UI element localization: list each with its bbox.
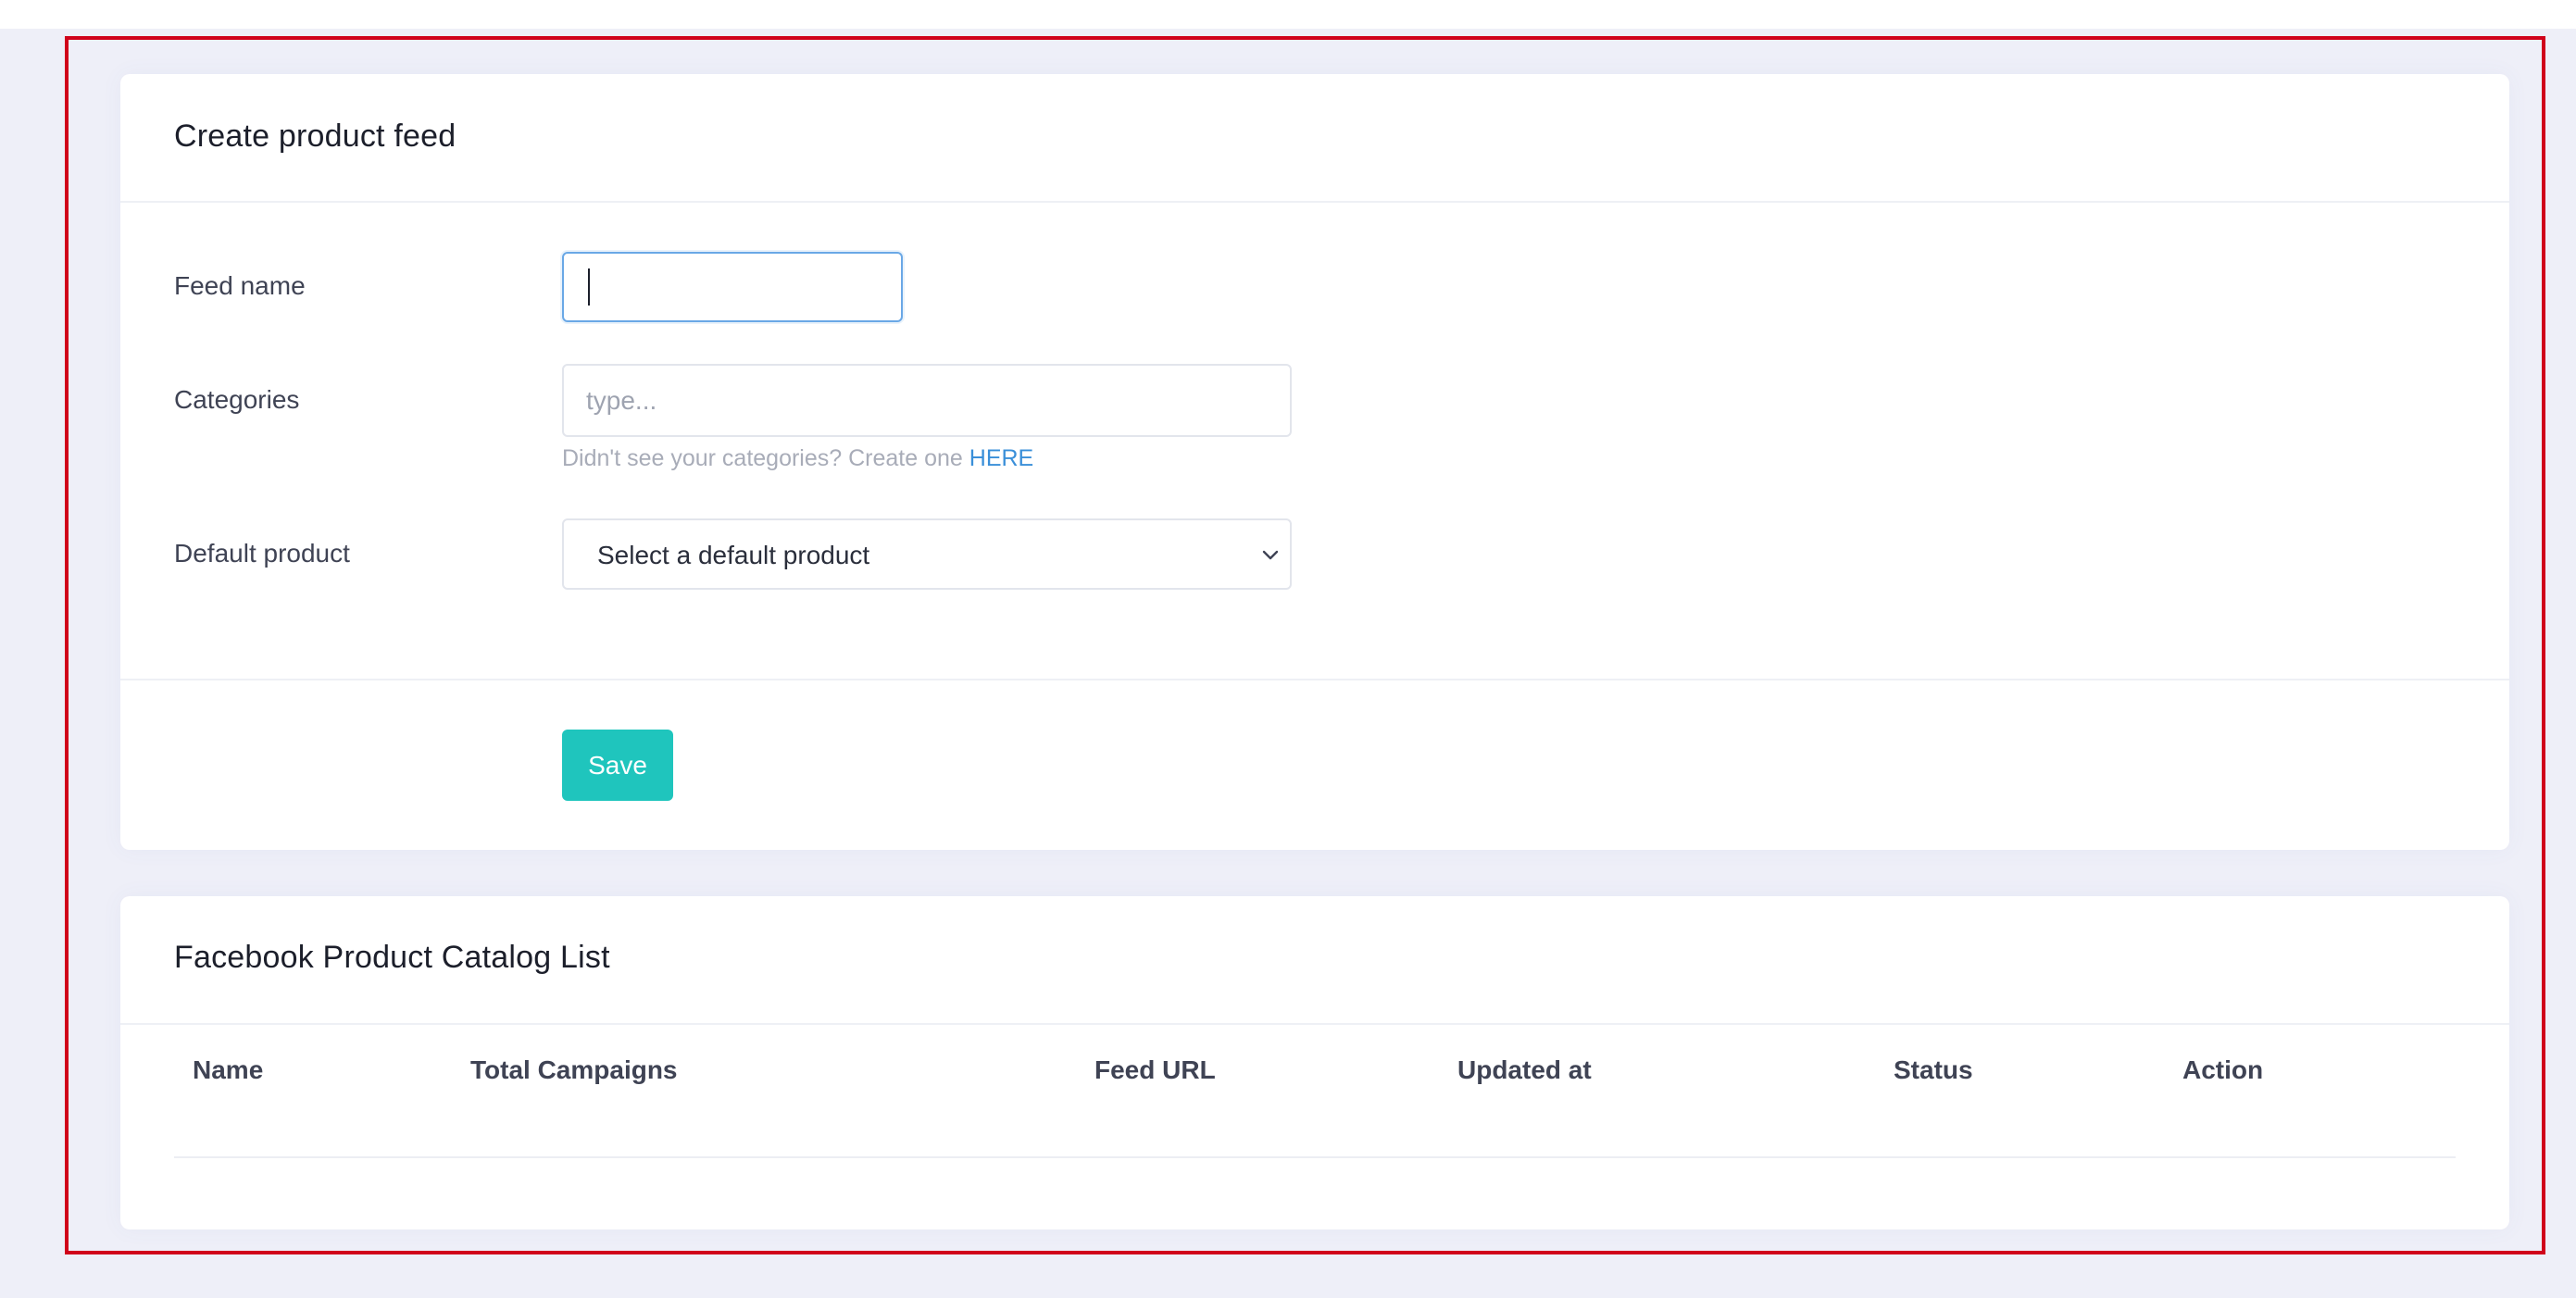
highlight-frame [65,36,2545,1254]
top-bar [0,0,2576,29]
